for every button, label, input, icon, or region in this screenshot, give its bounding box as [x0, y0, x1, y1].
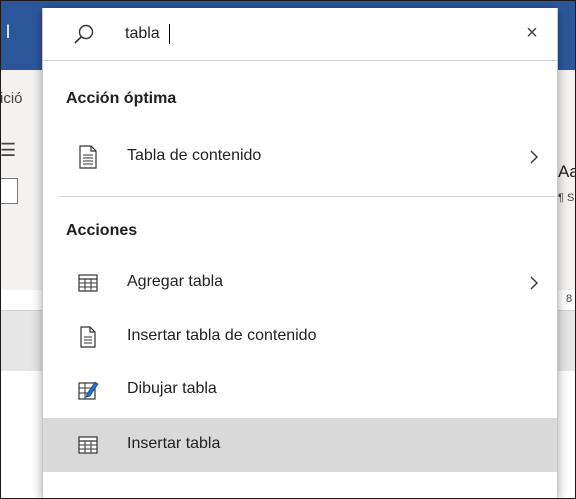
- result-item-toc[interactable]: Tabla de contenido: [43, 132, 557, 182]
- table-icon: [78, 274, 98, 292]
- result-item-add-table[interactable]: Agregar tabla: [43, 258, 557, 308]
- justify-icon[interactable]: [0, 178, 18, 204]
- chevron-right-icon: [530, 276, 538, 290]
- table-icon: [78, 436, 98, 454]
- result-item-label: Insertar tabla: [127, 435, 221, 452]
- style-preview-text[interactable]: Aa: [558, 162, 576, 182]
- result-item-label: Agregar tabla: [127, 273, 224, 290]
- section-header-actions: Acciones: [66, 222, 138, 239]
- result-item-label: Tabla de contenido: [127, 147, 262, 164]
- align-icon[interactable]: ☰: [0, 140, 16, 161]
- draw-table-icon: [78, 381, 99, 400]
- close-button[interactable]: ×: [521, 22, 543, 44]
- titlebar-text-fragment: l: [6, 22, 10, 42]
- result-item-label: Insertar tabla de contenido: [127, 327, 317, 344]
- search-icon: [74, 24, 94, 44]
- section-header-best-action: Acción óptima: [66, 90, 177, 107]
- result-item-label: Dibujar tabla: [127, 380, 217, 397]
- result-item-draw-table[interactable]: Dibujar tabla: [43, 364, 557, 416]
- close-icon: ×: [526, 21, 538, 44]
- document-icon: [79, 145, 97, 169]
- document-icon: [80, 326, 96, 348]
- result-item-insert-table[interactable]: Insertar tabla: [43, 418, 557, 472]
- style-name-text: ¶ S: [558, 192, 575, 204]
- text-cursor: [169, 24, 170, 44]
- search-results-panel: × Acción óptima Tabla de contenido Accio…: [42, 8, 558, 499]
- ruler-number: 8: [566, 293, 573, 305]
- result-item-insert-toc[interactable]: Insertar tabla de contenido: [43, 310, 557, 364]
- chevron-right-icon: [530, 150, 538, 164]
- search-bar: ×: [43, 8, 557, 61]
- search-input[interactable]: [125, 22, 485, 46]
- ribbon-text-fragment: ició: [0, 90, 23, 107]
- section-divider: [59, 196, 557, 197]
